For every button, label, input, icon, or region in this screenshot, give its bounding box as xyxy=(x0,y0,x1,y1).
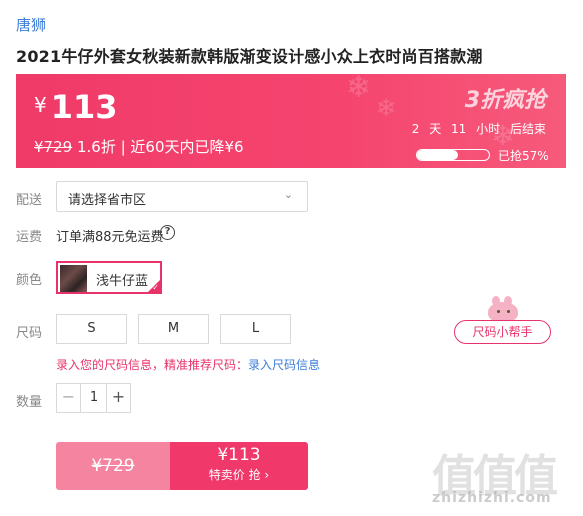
buy-price: ¥113 xyxy=(217,445,261,465)
quantity-stepper: − 1 + xyxy=(56,383,131,413)
color-label: 颜色 xyxy=(16,273,43,288)
brand-link[interactable]: 唐狮 xyxy=(16,14,46,35)
color-option-label: 浅牛仔蓝 xyxy=(96,274,149,289)
price-sub-line: ¥729 1.6折 | 近60天内已降¥6 xyxy=(34,136,244,157)
recent-price-drop: | 近60天内已降¥6 xyxy=(120,138,244,156)
currency-symbol: ¥ xyxy=(34,93,47,117)
size-tip: 录入您的尺码信息，精准推荐尺码：录入尺码信息 xyxy=(56,356,320,373)
size-option-s[interactable]: S xyxy=(56,314,127,344)
color-option-light-denim-blue[interactable]: 浅牛仔蓝 ✓ xyxy=(56,261,162,294)
quantity-decrease-button[interactable]: − xyxy=(57,384,81,412)
buy-action-label: 特卖价 抢 › xyxy=(208,468,270,482)
size-option-m[interactable]: M xyxy=(138,314,209,344)
shipping-label: 运费 xyxy=(16,230,43,245)
countdown-days-unit: 天 xyxy=(429,122,442,136)
original-price-button[interactable]: ¥729 xyxy=(56,442,170,490)
countdown-suffix: 后结束 xyxy=(509,122,546,136)
region-select[interactable]: 请选择省市区 ⌄ xyxy=(56,181,308,212)
region-select-value: 请选择省市区 xyxy=(68,193,147,208)
size-label: 尺码 xyxy=(16,326,43,341)
check-icon: ✓ xyxy=(152,283,159,292)
sale-price-value: 113 xyxy=(50,88,118,126)
watermark-text: zhizhizhi.com xyxy=(432,490,552,506)
original-price: ¥729 xyxy=(34,138,73,156)
sale-price: ¥113 xyxy=(34,88,118,126)
sold-progress-fill xyxy=(417,150,459,160)
size-tip-text: 录入您的尺码信息，精准推荐尺码： xyxy=(56,358,249,372)
delivery-label: 配送 xyxy=(16,193,43,208)
question-icon[interactable]: ? xyxy=(160,225,175,240)
countdown-hours-unit: 小时 xyxy=(476,122,501,136)
countdown: 2 天 11 小时 后结束 xyxy=(406,120,546,137)
mascot-icon xyxy=(482,296,524,322)
flash-sale-title: 3折疯抢 xyxy=(464,88,546,113)
chevron-down-icon: ⌄ xyxy=(283,188,293,201)
sold-progress-bar xyxy=(416,149,490,161)
countdown-days: 2 xyxy=(411,122,420,136)
enter-size-link[interactable]: 录入尺码信息 xyxy=(248,358,320,372)
color-thumbnail xyxy=(60,265,87,292)
countdown-hours: 11 xyxy=(451,122,467,136)
size-option-l[interactable]: L xyxy=(220,314,291,344)
discount-rate: 1.6折 xyxy=(76,138,116,156)
buy-now-button[interactable]: ¥113 特卖价 抢 › xyxy=(170,442,308,490)
product-title: 2021牛仔外套女秋装新款韩版渐变设计感小众上衣时尚百搭款潮 xyxy=(16,47,483,66)
shipping-info: 订单满88元免运费 xyxy=(56,230,164,245)
snowflake-icon: ❄ xyxy=(346,74,372,105)
snowflake-icon: ❄ xyxy=(376,94,397,122)
size-helper-button[interactable]: 尺码小帮手 xyxy=(454,320,551,344)
quantity-input[interactable]: 1 xyxy=(81,384,107,412)
quantity-increase-button[interactable]: + xyxy=(106,384,130,412)
sold-progress-label: 已抢57% xyxy=(498,149,549,163)
quantity-label: 数量 xyxy=(16,395,43,410)
